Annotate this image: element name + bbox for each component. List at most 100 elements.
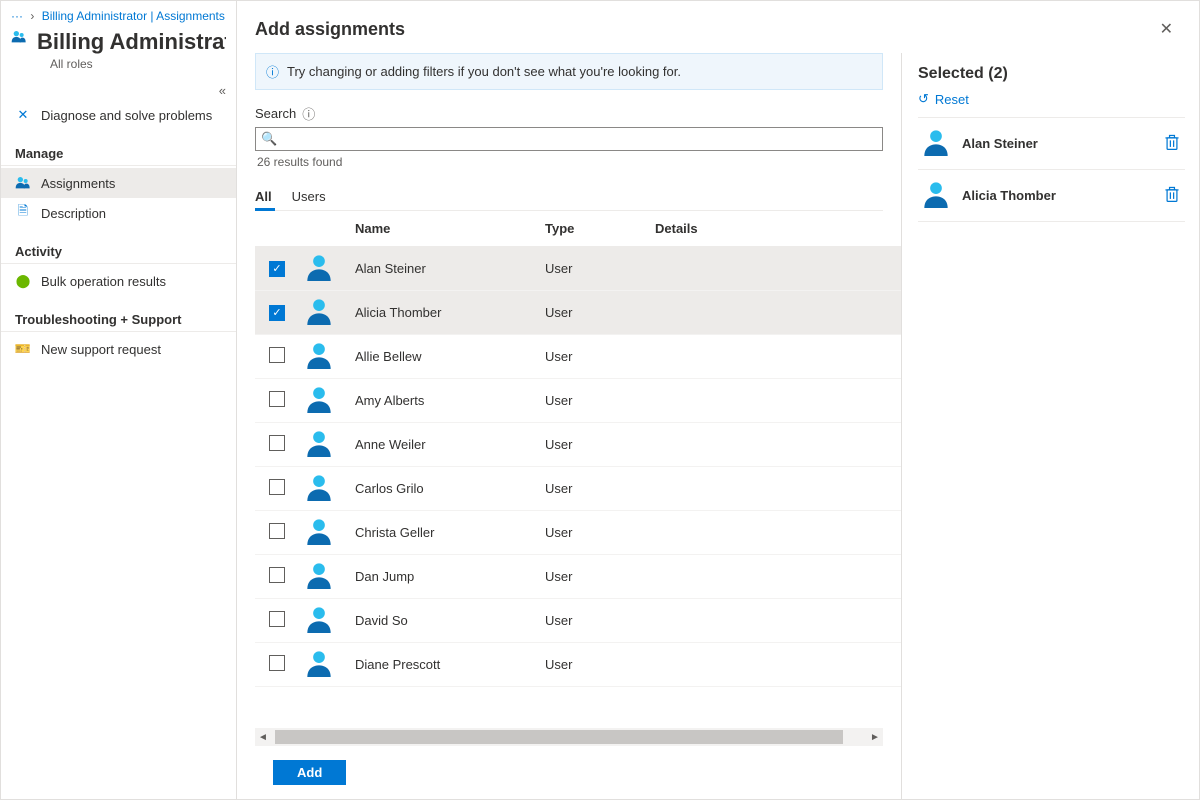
col-details: Details (655, 221, 901, 236)
person-icon (305, 605, 355, 636)
table-row[interactable]: Allie BellewUser (255, 335, 901, 379)
row-checkbox[interactable] (269, 391, 285, 407)
row-type: User (545, 261, 655, 276)
breadcrumb[interactable]: ··· › Billing Administrator | Assignment… (1, 1, 236, 25)
col-name: Name (355, 221, 545, 236)
collapse-button[interactable]: « (1, 81, 236, 100)
row-checkbox[interactable] (269, 435, 285, 451)
search-icon: 🔍 (261, 131, 277, 147)
row-type: User (545, 349, 655, 364)
side-nav: ✕ Diagnose and solve problems Manage Ass… (1, 100, 236, 799)
row-checkbox[interactable] (269, 347, 285, 363)
row-type: User (545, 569, 655, 584)
row-type: User (545, 481, 655, 496)
row-name: David So (355, 613, 545, 628)
search-label: Search (255, 106, 296, 121)
scroll-left-arrow[interactable]: ◄ (255, 732, 271, 743)
info-icon: ⓘ (266, 62, 279, 81)
selected-name: Alan Steiner (962, 136, 1151, 151)
nav-bulk-results[interactable]: ⬤ Bulk operation results (1, 266, 236, 296)
table-row[interactable]: ✓Alicia ThomberUser (255, 291, 901, 335)
table-header: Name Type Details (255, 211, 901, 247)
add-assignments-panel: Add assignments ✕ ⓘ Try changing or addi… (237, 1, 1199, 799)
row-checkbox[interactable] (269, 655, 285, 671)
page-title: Billing Administrator (37, 29, 226, 55)
info-bar: ⓘ Try changing or adding filters if you … (255, 53, 883, 90)
reset-button[interactable]: ↺ Reset (918, 91, 1185, 118)
person-icon (922, 180, 950, 211)
breadcrumb-link[interactable]: Billing Administrator | Assignments (42, 9, 225, 23)
row-checkbox[interactable]: ✓ (269, 261, 285, 277)
person-icon (305, 297, 355, 328)
table-row[interactable]: Diane PrescottUser (255, 643, 901, 687)
person-icon (305, 473, 355, 504)
row-checkbox[interactable]: ✓ (269, 305, 285, 321)
close-button[interactable]: ✕ (1152, 15, 1181, 43)
row-name: Diane Prescott (355, 657, 545, 672)
remove-button[interactable] (1163, 133, 1181, 154)
selected-pane: Selected (2) ↺ Reset Alan Steiner Alicia … (901, 53, 1191, 799)
person-icon (922, 128, 950, 159)
row-type: User (545, 525, 655, 540)
nav-cat-manage: Manage (1, 136, 236, 166)
person-icon (305, 517, 355, 548)
table-row[interactable]: ✓ Alan SteinerUser (255, 247, 901, 291)
row-type: User (545, 393, 655, 408)
table-row[interactable]: David SoUser (255, 599, 901, 643)
person-icon (305, 649, 355, 680)
row-name: Dan Jump (355, 569, 545, 584)
selected-item: Alan Steiner (918, 118, 1185, 170)
col-type: Type (545, 221, 655, 236)
selected-name: Alicia Thomber (962, 188, 1151, 203)
people-icon (11, 29, 27, 45)
breadcrumb-dots[interactable]: ··· (11, 9, 23, 23)
person-icon (305, 385, 355, 416)
remove-button[interactable] (1163, 185, 1181, 206)
selected-heading: Selected (2) (918, 65, 1185, 83)
row-name: Allie Bellew (355, 349, 545, 364)
table-row[interactable]: Anne WeilerUser (255, 423, 901, 467)
person-icon (305, 341, 355, 372)
selected-item: Alicia Thomber (918, 170, 1185, 222)
info-text: Try changing or adding filters if you do… (287, 64, 681, 79)
table-row[interactable]: Dan JumpUser (255, 555, 901, 599)
row-type: User (545, 613, 655, 628)
nav-assignments[interactable]: Assignments (1, 168, 236, 198)
scroll-right-arrow[interactable]: ► (867, 732, 883, 743)
info-icon[interactable]: ⓘ (302, 104, 315, 123)
person-icon (305, 253, 355, 284)
row-checkbox[interactable] (269, 611, 285, 627)
bulk-icon: ⬤ (15, 273, 31, 289)
tab-users[interactable]: Users (292, 183, 326, 210)
tab-all[interactable]: All (255, 183, 272, 210)
results-count: 26 results found (257, 155, 899, 169)
row-checkbox[interactable] (269, 567, 285, 583)
row-checkbox[interactable] (269, 523, 285, 539)
add-button[interactable]: Add (273, 760, 346, 785)
undo-icon: ↺ (918, 91, 929, 107)
row-name: Carlos Grilo (355, 481, 545, 496)
nav-support[interactable]: 🎫 New support request (1, 334, 236, 364)
row-checkbox[interactable] (269, 479, 285, 495)
row-name: Alan Steiner (355, 261, 545, 276)
table-row[interactable]: Amy AlbertsUser (255, 379, 901, 423)
assignments-icon (15, 175, 31, 191)
description-icon: 🗎 (15, 205, 31, 221)
results-table[interactable]: Name Type Details ✓Alan SteinerUser✓Alic… (255, 211, 901, 728)
person-icon (305, 561, 355, 592)
row-name: Christa Geller (355, 525, 545, 540)
search-input[interactable] (255, 127, 883, 151)
nav-cat-trouble: Troubleshooting + Support (1, 302, 236, 332)
support-icon: 🎫 (15, 341, 31, 357)
nav-description[interactable]: 🗎 Description (1, 198, 236, 228)
nav-diagnose[interactable]: ✕ Diagnose and solve problems (1, 100, 236, 130)
table-row[interactable]: Christa GellerUser (255, 511, 901, 555)
h-scrollbar[interactable]: ◄ ► (255, 728, 883, 746)
row-type: User (545, 305, 655, 320)
row-type: User (545, 437, 655, 452)
nav-cat-activity: Activity (1, 234, 236, 264)
row-type: User (545, 657, 655, 672)
left-pane: ··· › Billing Administrator | Assignment… (1, 1, 237, 799)
table-row[interactable]: Carlos GriloUser (255, 467, 901, 511)
row-name: Amy Alberts (355, 393, 545, 408)
